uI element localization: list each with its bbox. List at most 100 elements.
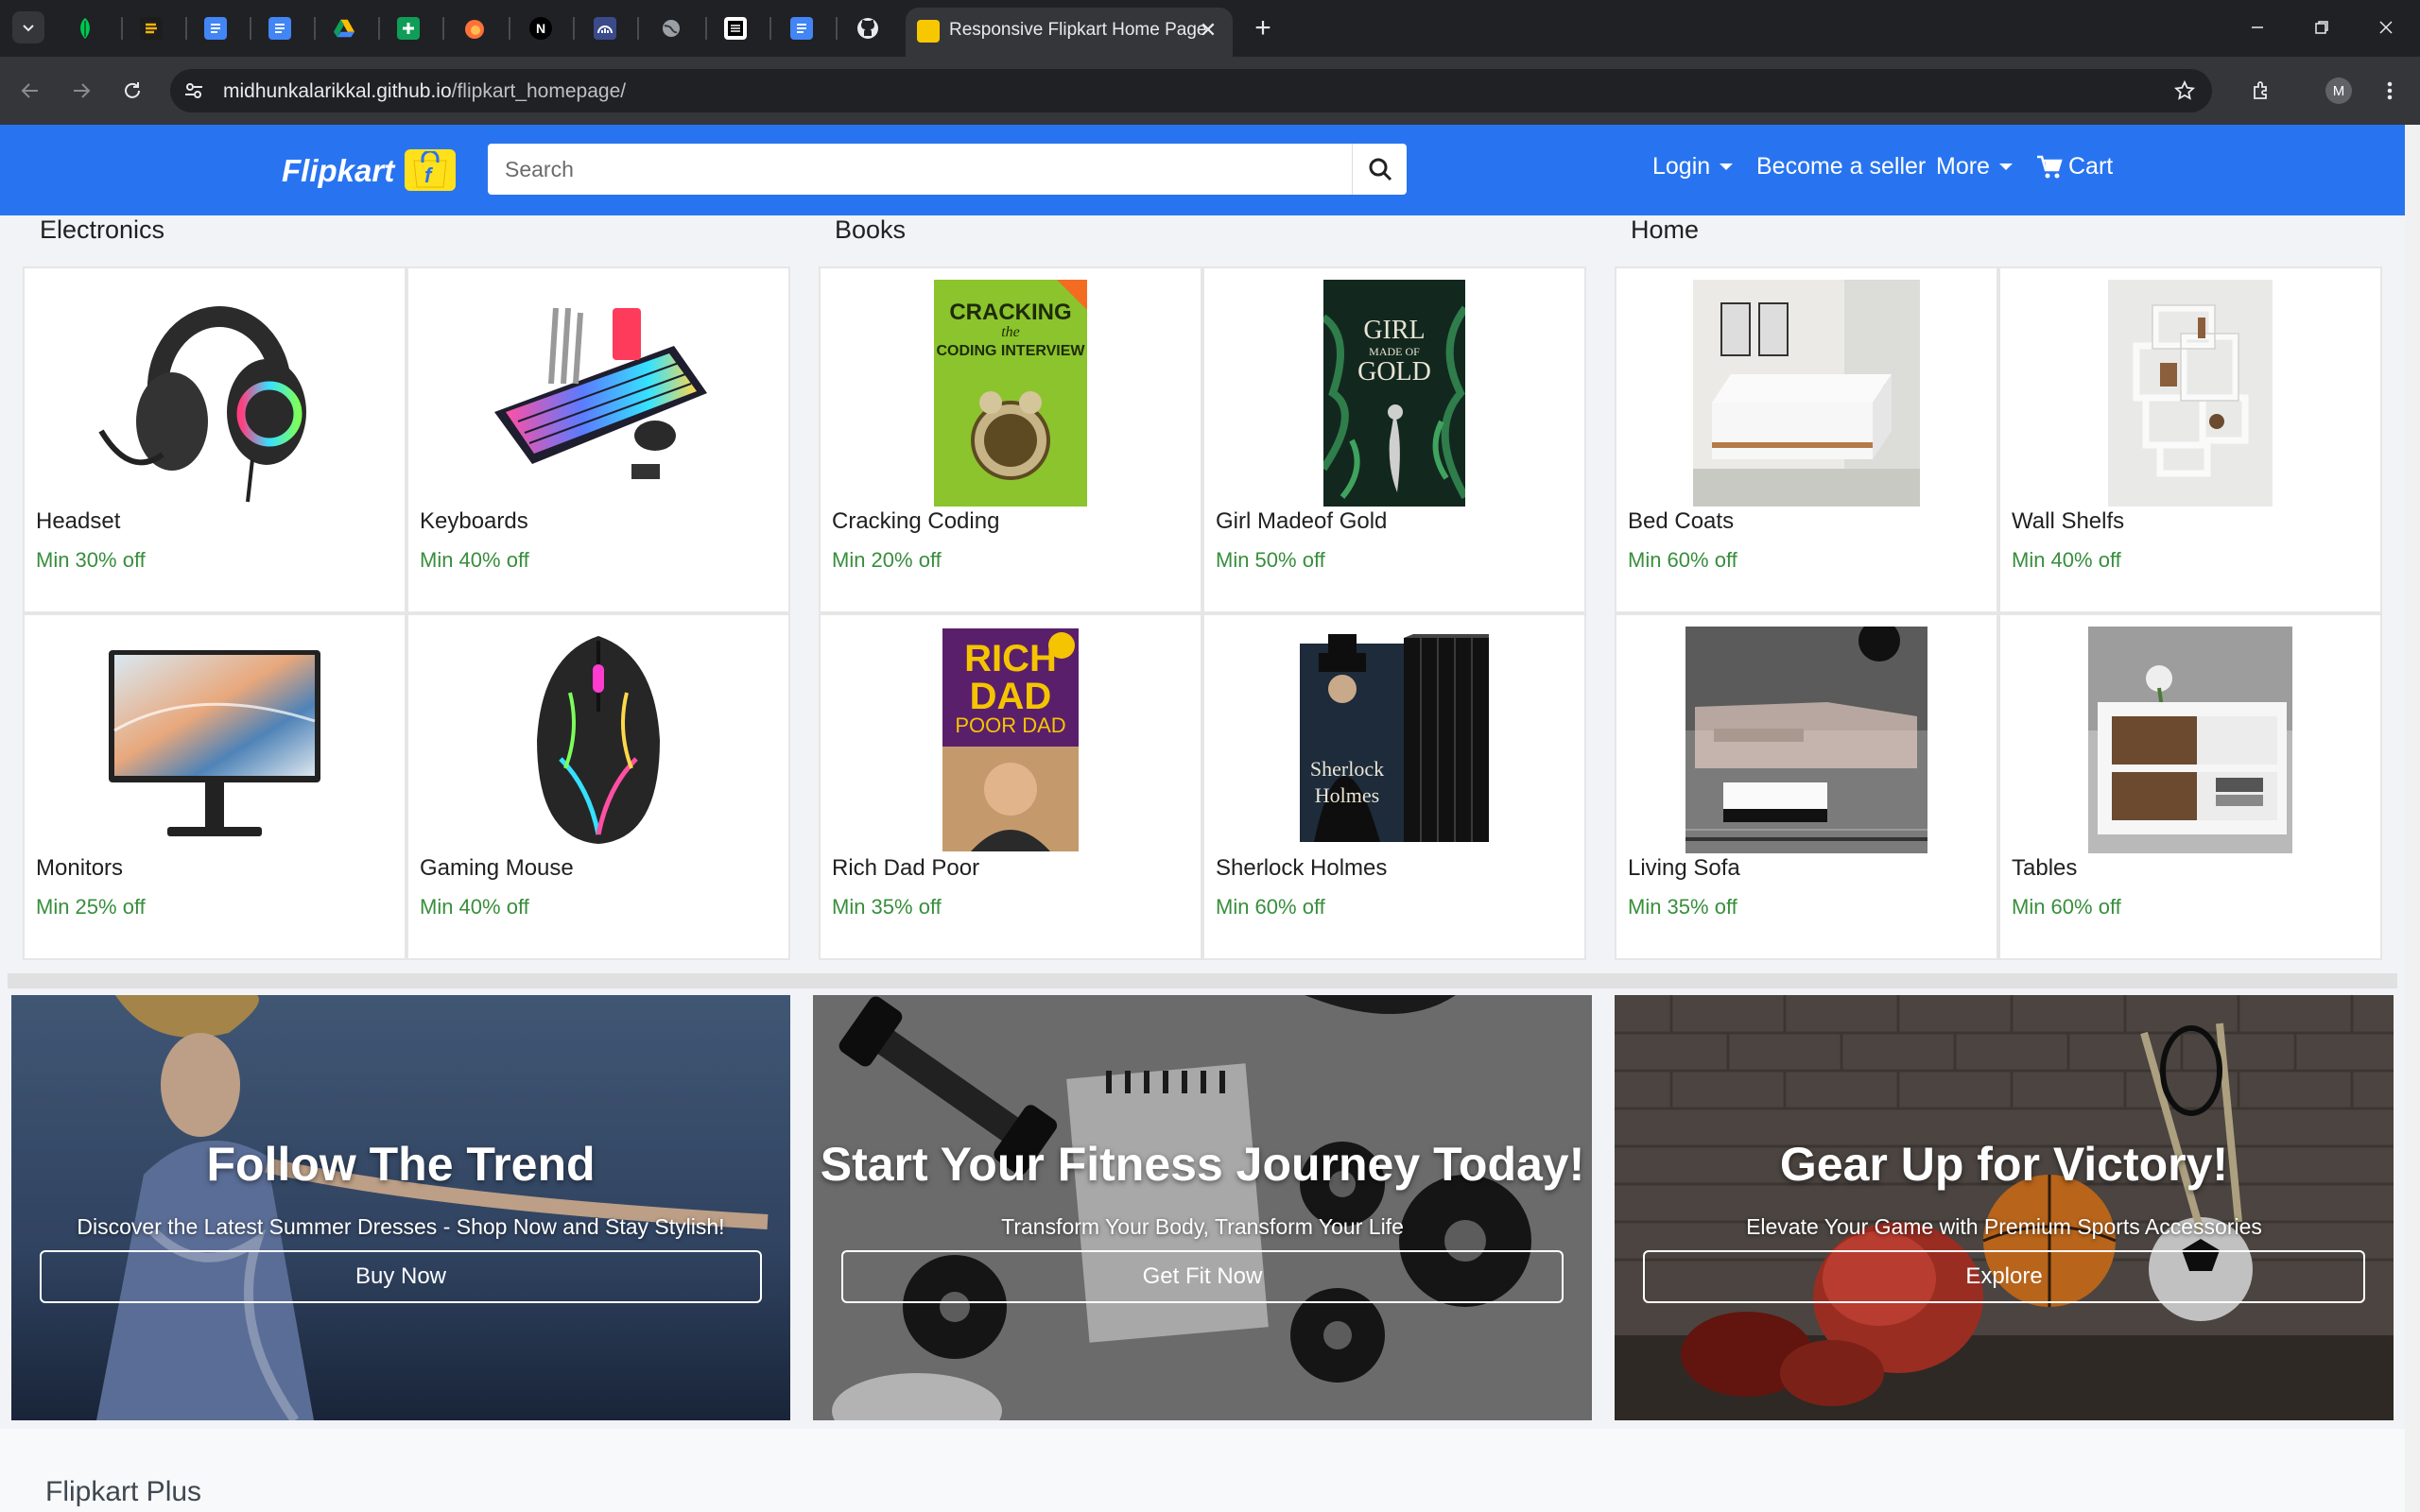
profile-avatar[interactable]: M — [2320, 72, 2358, 110]
explore-button[interactable]: Explore — [1643, 1250, 2365, 1303]
product-offer: Min 50% off — [1216, 548, 1325, 572]
close-window-icon[interactable] — [2358, 8, 2414, 47]
product-name: Rich Dad Poor — [832, 855, 980, 881]
browser-menu-icon[interactable] — [2371, 72, 2409, 110]
login-dropdown[interactable]: Login — [1652, 153, 1734, 180]
dashboard-icon — [594, 17, 616, 40]
pinned-tab-drive[interactable] — [327, 11, 361, 45]
product-card-bed-coats[interactable]: Bed Coats Min 60% off — [1615, 266, 1998, 613]
pinned-tab-notion[interactable]: N — [524, 11, 558, 45]
restore-icon[interactable] — [2293, 8, 2350, 47]
flipkart-navbar: Flipkart f Login Become a seller More Ca… — [0, 125, 2405, 215]
search-bar — [488, 144, 1407, 195]
promo-banner-sports: Gear Up for Victory! Elevate Your Game w… — [1615, 995, 2394, 1420]
product-name: Sherlock Holmes — [1216, 855, 1388, 881]
pinned-tab-sheets[interactable] — [391, 11, 425, 45]
minimize-icon[interactable] — [2229, 8, 2286, 47]
close-tab-icon[interactable]: ✕ — [1195, 17, 1221, 43]
back-arrow-icon[interactable] — [11, 72, 49, 110]
get-fit-now-button[interactable]: Get Fit Now — [841, 1250, 1564, 1303]
product-card-cracking-coding[interactable]: CRACKING the CODING INTERVIEW Cracking C… — [819, 266, 1202, 613]
pinned-tab-2[interactable] — [134, 11, 168, 45]
buy-now-button[interactable]: Buy Now — [40, 1250, 762, 1303]
fashion-banner-image — [11, 995, 790, 1420]
product-name: Girl Madeof Gold — [1216, 508, 1388, 534]
pinned-tab-1[interactable] — [68, 11, 102, 45]
globe-icon — [660, 17, 683, 40]
pinned-tab-7[interactable] — [718, 11, 752, 45]
reload-icon[interactable] — [113, 72, 151, 110]
leaf-icon — [74, 17, 96, 40]
flipkart-logo-bag-icon[interactable]: f — [405, 149, 456, 191]
become-seller-label: Become a seller — [1756, 153, 1927, 180]
flame-icon — [463, 17, 486, 40]
cover-title-line: GOLD — [1357, 357, 1431, 387]
url-text[interactable]: midhunkalarikkal.github.io/flipkart_home… — [223, 80, 626, 103]
product-card-girl-made-of-gold[interactable]: GIRL MADE OF GOLD Girl Madeof Gold Min 5… — [1202, 266, 1586, 613]
forward-arrow-icon[interactable] — [62, 72, 100, 110]
cracking-coding-cover: CRACKING the CODING INTERVIEW — [821, 280, 1201, 507]
keyboard-image — [408, 280, 788, 507]
product-card-keyboards[interactable]: Keyboards Min 40% off — [406, 266, 790, 613]
more-dropdown[interactable]: More — [1936, 153, 2013, 180]
category-title-electronics: Electronics — [40, 215, 165, 244]
pinned-tab-docs-2[interactable] — [263, 11, 297, 45]
pinned-tab-docs-3[interactable] — [785, 11, 819, 45]
cart-link[interactable]: Cart — [2036, 153, 2113, 180]
pinned-tab-globe[interactable] — [654, 11, 688, 45]
sports-banner-image — [1615, 995, 2394, 1420]
rich-dad-poor-dad-cover: RICH DAD POOR DAD — [821, 627, 1201, 853]
pinned-tab-firefox[interactable] — [458, 11, 492, 45]
product-name: Tables — [2012, 855, 2078, 881]
become-seller-link[interactable]: Become a seller — [1756, 153, 1926, 180]
pinned-tab-docs-1[interactable] — [199, 11, 233, 45]
product-offer: Min 60% off — [1628, 548, 1737, 572]
bookmark-star-icon[interactable] — [2170, 77, 2199, 105]
product-card-rich-dad-poor[interactable]: RICH DAD POOR DAD Rich Dad Poor Min 35% … — [819, 613, 1202, 960]
product-card-monitors[interactable]: Monitors Min 25% off — [23, 613, 406, 960]
login-label: Login — [1652, 153, 1711, 180]
product-card-wall-shelfs[interactable]: Wall Shelfs Min 40% off — [1998, 266, 2382, 613]
tab-search-button[interactable] — [12, 11, 44, 43]
flipkart-logo[interactable]: Flipkart — [282, 153, 394, 189]
product-name: Living Sofa — [1628, 855, 1740, 881]
product-name: Bed Coats — [1628, 508, 1735, 534]
cover-title-line: CODING INTERVIEW — [936, 343, 1085, 359]
product-offer: Min 35% off — [832, 895, 942, 919]
product-card-headset[interactable]: Headset Min 30% off — [23, 266, 406, 613]
category-title-home: Home — [1631, 215, 1700, 244]
product-card-gaming-mouse[interactable]: Gaming Mouse Min 40% off — [406, 613, 790, 960]
pinned-tab-github[interactable] — [851, 11, 885, 45]
active-tab[interactable]: Responsive Flipkart Home Page ✕ — [906, 8, 1233, 57]
wall-shelf-image — [2000, 280, 2380, 507]
browser-tab-strip: N Responsive Flipkart Home Page ✕ + — [0, 0, 2420, 57]
promo-banner-fashion: Follow The Trend Discover the Latest Sum… — [11, 995, 790, 1420]
cover-title-line: Holmes — [1315, 783, 1379, 807]
product-card-sherlock-holmes[interactable]: Sherlock Holmes Sherlock Holmes Min 60% … — [1202, 613, 1586, 960]
pinned-tab-5[interactable] — [588, 11, 622, 45]
address-bar[interactable]: midhunkalarikkal.github.io/flipkart_home… — [170, 69, 2212, 112]
github-icon — [856, 17, 879, 40]
cover-title-line: the — [1001, 324, 1020, 340]
extensions-puzzle-icon[interactable] — [2242, 72, 2280, 110]
cover-title-line: GIRL — [1363, 316, 1425, 345]
search-button[interactable] — [1352, 144, 1407, 195]
tables-image — [2000, 627, 2380, 853]
site-info-icon[interactable] — [180, 77, 208, 105]
search-input[interactable] — [488, 144, 1350, 195]
cart-label: Cart — [2068, 153, 2114, 180]
product-offer: Min 40% off — [420, 895, 529, 919]
cart-icon — [2037, 155, 2063, 178]
product-card-tables[interactable]: Tables Min 60% off — [1998, 613, 2382, 960]
page-viewport: Flipkart f Login Become a seller More Ca… — [0, 125, 2420, 1512]
caret-down-icon — [1998, 163, 2013, 170]
fitness-banner-image — [813, 995, 1592, 1420]
product-name: Cracking Coding — [832, 508, 1000, 534]
product-card-living-sofa[interactable]: Living Sofa Min 35% off — [1615, 613, 1998, 960]
search-icon — [1369, 158, 1392, 181]
banner-subtitle: Transform Your Body, Transform Your Life — [1001, 1214, 1404, 1239]
banner-subtitle: Elevate Your Game with Premium Sports Ac… — [1746, 1214, 2262, 1239]
new-tab-button[interactable]: + — [1246, 11, 1280, 45]
page-scrollbar[interactable] — [2405, 125, 2420, 1512]
product-offer: Min 60% off — [1216, 895, 1325, 919]
